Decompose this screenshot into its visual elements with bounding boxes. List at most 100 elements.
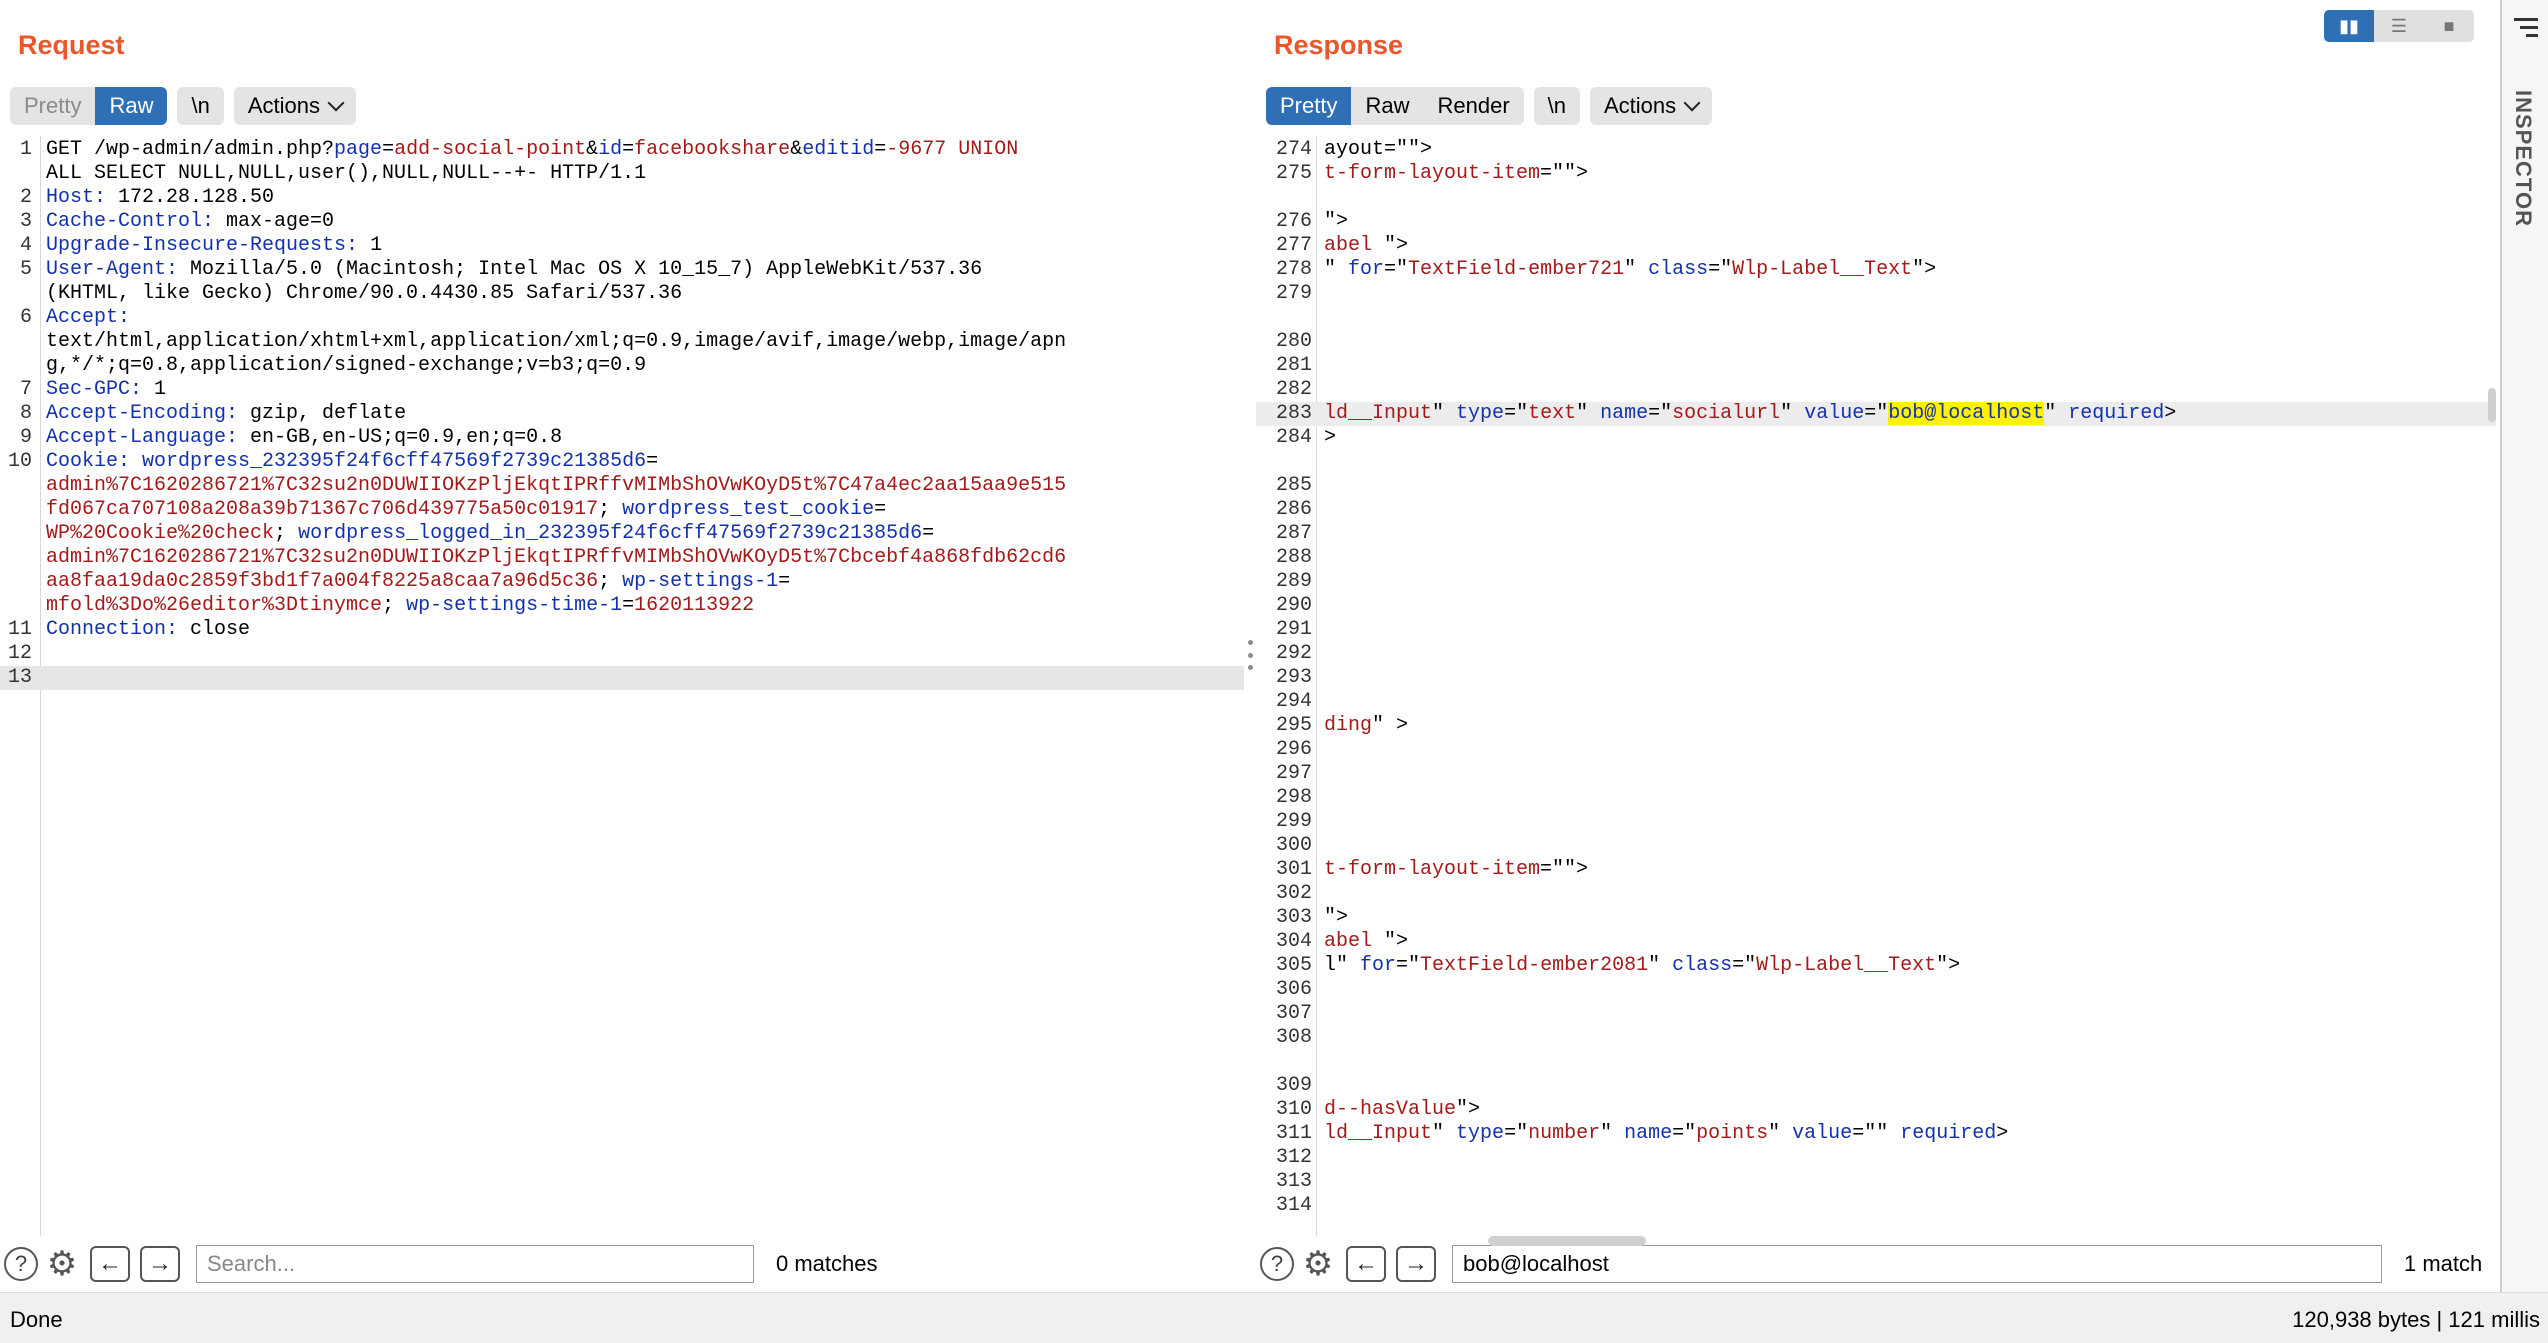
code-line: 5 User-Agent: Mozilla/5.0 (Macintosh; Int…	[0, 258, 1244, 282]
gear-icon[interactable]: ⚙	[1300, 1246, 1336, 1282]
request-editor[interactable]: 1 GET /wp-admin/admin.php?page=add-social…	[0, 136, 1244, 1236]
request-newline-toggle[interactable]: \n	[177, 87, 224, 125]
code-line: mfold%3Do%26editor%3Dtinymce; wp-setting…	[0, 594, 1244, 618]
gear-icon[interactable]: ⚙	[44, 1246, 80, 1282]
code-token: ld__Input	[1324, 402, 1433, 425]
code-token: ">	[1372, 234, 1409, 257]
line-number: 308	[1275, 1026, 1312, 1049]
line-number: 300	[1275, 834, 1312, 857]
code-token: ="	[1384, 258, 1409, 281]
request-tab-pretty[interactable]: Pretty	[10, 87, 96, 125]
line-text: Sec-GPC: 1	[46, 378, 1236, 402]
code-token: -9677 UNION	[886, 138, 1019, 161]
pane-divider-handle[interactable]	[1246, 640, 1254, 670]
code-token: >	[2164, 402, 2177, 425]
line-text: ">	[1324, 210, 2488, 234]
menu-icon[interactable]	[2514, 18, 2538, 42]
code-token: Mozilla/5.0 (Macintosh; Intel Mac OS X 1…	[190, 258, 983, 281]
code-line: 279	[1256, 282, 2496, 306]
response-tab-pretty[interactable]: Pretty	[1266, 87, 1352, 125]
inspector-tab[interactable]: INSPECTOR	[2510, 90, 2536, 227]
line-number: 290	[1275, 594, 1312, 617]
code-token: ="	[1504, 1122, 1529, 1145]
line-number: 312	[1275, 1146, 1312, 1169]
layout-single-icon[interactable]: ■	[2424, 10, 2474, 42]
code-token: 1620113922	[634, 594, 755, 617]
line-text: ">	[1324, 906, 2488, 930]
code-token: t-form-layout-item	[1324, 162, 1541, 185]
request-tab-raw[interactable]: Raw	[95, 87, 168, 125]
arrow-right-icon[interactable]: →	[1396, 1246, 1436, 1282]
code-line: 301 t-form-layout-item="">	[1256, 858, 2496, 882]
code-token: ayout="">	[1324, 138, 1433, 161]
request-search-input[interactable]	[196, 1245, 754, 1283]
response-vertical-scrollbar[interactable]	[2488, 388, 2496, 422]
response-horizontal-scrollbar[interactable]	[1488, 1236, 1646, 1246]
code-token: admin%7C1620286721%7C32su2n0DUWIIOKzPljE…	[46, 546, 1067, 569]
line-number: 274	[1275, 138, 1312, 161]
layout-horizontal-icon[interactable]: ☰	[2374, 10, 2424, 42]
code-token: d--hasValue	[1324, 1098, 1457, 1121]
code-token: ="">	[1540, 162, 1589, 185]
code-token: =	[922, 522, 935, 545]
code-token: required	[1900, 1122, 1997, 1145]
line-number: 9	[19, 426, 32, 449]
code-token: mfold%3Do%26editor%3Dtinymce	[46, 594, 383, 617]
code-token: type	[1456, 402, 1505, 425]
code-token: >	[1324, 426, 1337, 449]
response-toolbar: Pretty Raw Render \n Actions	[1266, 86, 1713, 126]
code-token: en-GB,en-US;q=0.9,en;q=0.8	[250, 426, 563, 449]
request-toolbar: Pretty Raw \n Actions	[10, 86, 356, 126]
code-token: class	[1648, 258, 1709, 281]
code-token: >	[1996, 1122, 2009, 1145]
code-line: 278 " for="TextField-ember721" class="Wlp…	[1256, 258, 2496, 282]
response-tab-raw[interactable]: Raw	[1351, 87, 1424, 125]
line-number: 297	[1275, 762, 1312, 785]
code-line: 2 Host: 172.28.128.50	[0, 186, 1244, 210]
response-editor[interactable]: 274 ayout=""> 275 t-form-layout-item=""> 276…	[1256, 136, 2496, 1236]
code-token: page	[334, 138, 383, 161]
code-token: wordpress_test_cookie	[622, 498, 875, 521]
line-number: 307	[1275, 1002, 1312, 1025]
line-text: ld__Input" type="text" name="socialurl" …	[1324, 402, 2488, 426]
arrow-left-icon[interactable]: ←	[1346, 1246, 1386, 1282]
arrow-right-icon[interactable]: →	[140, 1246, 180, 1282]
code-token: text	[1528, 402, 1577, 425]
line-text: >	[1324, 426, 2488, 450]
code-token: TextField-ember721	[1408, 258, 1625, 281]
request-search-bar: ? ⚙ ← → 0 matches	[0, 1236, 1244, 1292]
code-token: ="	[1648, 402, 1673, 425]
response-newline-toggle[interactable]: \n	[1533, 87, 1580, 125]
help-icon[interactable]: ?	[4, 1247, 38, 1281]
help-icon[interactable]: ?	[1260, 1247, 1294, 1281]
code-line: 277 abel ">	[1256, 234, 2496, 258]
layout-split-icon[interactable]: ▮▮	[2324, 10, 2374, 42]
code-token: ="	[1672, 1122, 1697, 1145]
code-line: 306	[1256, 978, 2496, 1002]
code-token: ">	[1456, 1098, 1481, 1121]
code-line: 4 Upgrade-Insecure-Requests: 1	[0, 234, 1244, 258]
line-number: 304	[1275, 930, 1312, 953]
request-actions-button[interactable]: Actions	[233, 87, 356, 125]
code-token: ">	[1324, 906, 1349, 929]
code-line: 289	[1256, 570, 2496, 594]
code-line: 314	[1256, 1194, 2496, 1218]
code-token: Accept-Encoding:	[46, 402, 251, 425]
line-number: 285	[1275, 474, 1312, 497]
code-line: 290	[1256, 594, 2496, 618]
arrow-left-icon[interactable]: ←	[90, 1246, 130, 1282]
code-line: 299	[1256, 810, 2496, 834]
code-token: =	[874, 498, 887, 521]
response-actions-button[interactable]: Actions	[1590, 87, 1713, 125]
line-number: 6	[19, 306, 32, 329]
response-tab-render[interactable]: Render	[1423, 87, 1524, 125]
code-token: name	[1600, 402, 1649, 425]
code-line: aa8faa19da0c2859f3bd1f7a004f8225a8caa7a9…	[0, 570, 1244, 594]
code-token: ="	[1708, 258, 1733, 281]
code-line: 293	[1256, 666, 2496, 690]
response-search-input[interactable]	[1452, 1245, 2382, 1283]
line-number: 13	[7, 666, 32, 689]
line-text: mfold%3Do%26editor%3Dtinymce; wp-setting…	[46, 594, 1236, 618]
code-token: number	[1528, 1122, 1601, 1145]
